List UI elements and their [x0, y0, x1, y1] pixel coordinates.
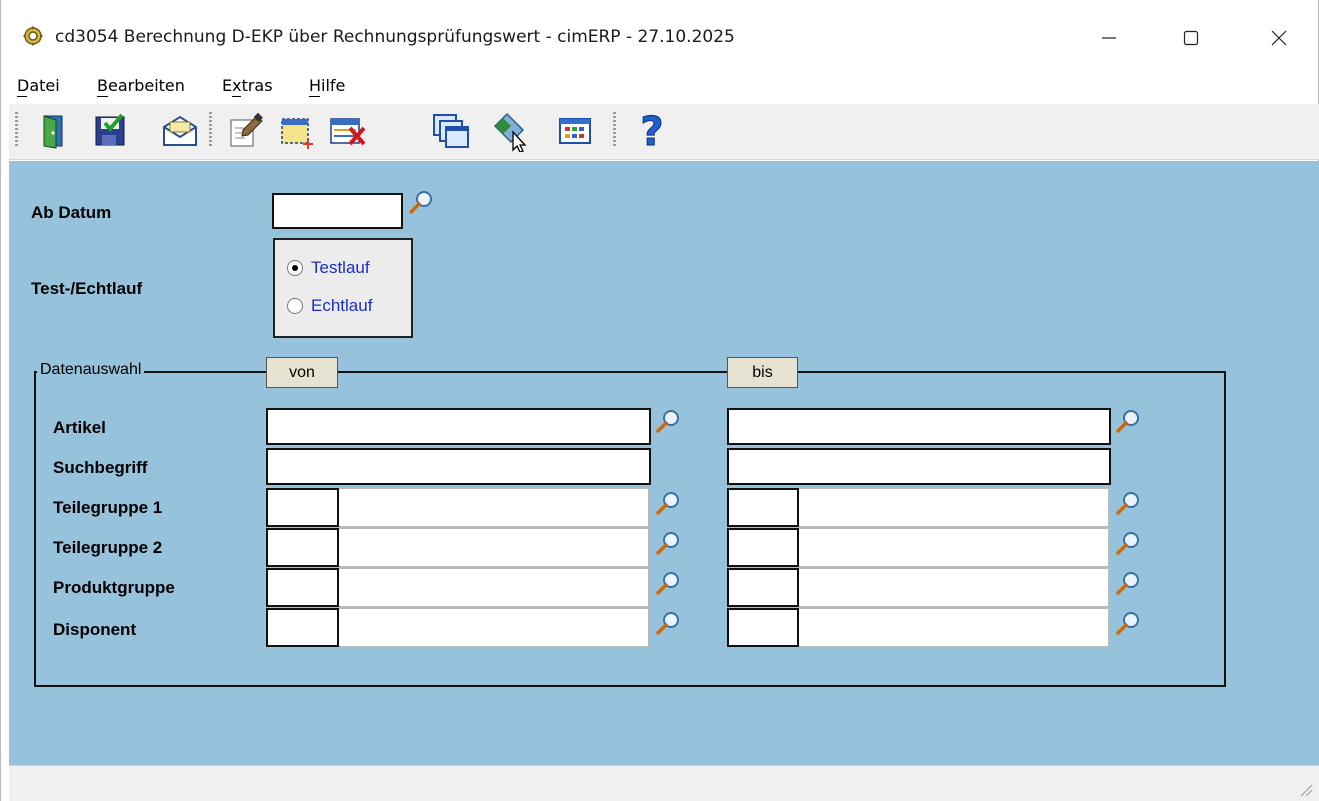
- edit-document-button[interactable]: [225, 110, 267, 152]
- mail-icon: [163, 115, 197, 146]
- menu-datei[interactable]: Datei: [17, 76, 60, 95]
- disponent-bis-input[interactable]: [799, 608, 1109, 647]
- new-record-button[interactable]: [277, 110, 319, 152]
- artikel-label: Artikel: [53, 418, 106, 437]
- ab-datum-label: Ab Datum: [31, 203, 112, 222]
- teilegruppe2-von-code-input[interactable]: [266, 528, 339, 567]
- teilegruppe1-label: Teilegruppe 1: [53, 498, 163, 517]
- teilegruppe1-bis-search-icon[interactable]: [1115, 490, 1141, 516]
- table-icon: [559, 118, 591, 144]
- menu-datei-label: Datei: [17, 76, 60, 95]
- produktgruppe-bis-input[interactable]: [799, 568, 1109, 607]
- menu-hilfe[interactable]: Hilfe: [309, 76, 345, 95]
- teilegruppe2-bis-search-icon[interactable]: [1115, 530, 1141, 556]
- test-echtlauf-label: Test-/Echtlauf: [31, 279, 143, 298]
- teilegruppe1-von-code-input[interactable]: [266, 488, 339, 527]
- minimize-icon: [1102, 37, 1116, 39]
- disponent-bis-code-input[interactable]: [727, 608, 799, 647]
- delete-record-button[interactable]: [327, 110, 369, 152]
- produktgruppe-bis-search-icon[interactable]: [1115, 570, 1141, 596]
- teilegruppe2-von-search-icon[interactable]: [655, 530, 681, 556]
- edit-document-icon: [230, 112, 263, 147]
- teilegruppe2-bis-code-input[interactable]: [727, 528, 799, 567]
- application-window: cd3054 Berechnung D-EKP über Rechnungspr…: [0, 0, 1319, 801]
- radio-testlauf-label: Testlauf: [311, 258, 370, 277]
- save-icon: [95, 113, 125, 146]
- save-button[interactable]: [89, 110, 131, 152]
- maximize-button[interactable]: [1161, 16, 1221, 60]
- von-header: von: [266, 357, 338, 388]
- artikel-bis-input[interactable]: [727, 408, 1111, 445]
- produktgruppe-bis-code-input[interactable]: [727, 568, 799, 607]
- close-icon: [1271, 30, 1287, 46]
- teilegruppe2-bis-input[interactable]: [799, 528, 1109, 567]
- ab-datum-input[interactable]: [272, 193, 403, 229]
- bis-header: bis: [727, 357, 798, 388]
- tag-icon: [493, 112, 527, 152]
- close-button[interactable]: [1249, 16, 1309, 60]
- run-mode-radio-group: Testlauf Echtlauf: [273, 238, 413, 338]
- menu-extras[interactable]: Extras: [222, 76, 273, 95]
- disponent-von-search-icon[interactable]: [655, 610, 681, 636]
- teilegruppe1-von-search-icon[interactable]: [655, 490, 681, 516]
- artikel-von-input[interactable]: [266, 408, 651, 445]
- teilegruppe1-bis-code-input[interactable]: [727, 488, 799, 527]
- windows-icon: [433, 114, 469, 148]
- toolbar: ?: [9, 104, 1319, 160]
- help-icon: ?: [640, 109, 664, 153]
- windows-button[interactable]: [429, 110, 471, 152]
- tag-button[interactable]: [489, 110, 531, 152]
- title-bar[interactable]: cd3054 Berechnung D-EKP über Rechnungspr…: [1, 0, 1318, 70]
- menu-bearbeiten[interactable]: Bearbeiten: [97, 76, 185, 95]
- toolbar-separator: [209, 112, 212, 148]
- toolbar-grip[interactable]: [15, 112, 18, 148]
- help-button[interactable]: ?: [631, 109, 673, 153]
- svg-text:?: ?: [640, 109, 663, 153]
- artikel-von-search-icon[interactable]: [655, 408, 681, 434]
- gear-icon: [23, 26, 43, 46]
- status-bar: [9, 765, 1319, 801]
- suchbegriff-von-input[interactable]: [266, 448, 651, 485]
- radio-echtlauf-button[interactable]: [287, 298, 303, 314]
- minimize-button[interactable]: [1079, 16, 1139, 60]
- exit-button[interactable]: [33, 110, 75, 152]
- exit-door-icon: [43, 115, 63, 149]
- datenauswahl-title: Datenauswahl: [37, 361, 145, 379]
- produktgruppe-von-code-input[interactable]: [266, 568, 339, 607]
- radio-testlauf-button[interactable]: [287, 260, 303, 276]
- radio-testlauf[interactable]: Testlauf: [287, 258, 370, 278]
- radio-echtlauf[interactable]: Echtlauf: [287, 296, 372, 316]
- suchbegriff-label: Suchbegriff: [53, 458, 148, 477]
- produktgruppe-label: Produktgruppe: [53, 578, 175, 597]
- teilegruppe2-von-input[interactable]: [339, 528, 649, 567]
- maximize-icon: [1183, 30, 1199, 46]
- table-button[interactable]: [554, 110, 596, 152]
- menu-bearbeiten-label: Bearbeiten: [97, 76, 185, 95]
- resize-grip-icon[interactable]: [1297, 781, 1313, 797]
- mail-button[interactable]: [159, 110, 201, 152]
- disponent-label: Disponent: [53, 620, 137, 639]
- disponent-von-input[interactable]: [339, 608, 649, 647]
- teilegruppe1-von-input[interactable]: [339, 488, 649, 527]
- menu-extras-label: Extras: [222, 76, 273, 95]
- delete-record-icon: [330, 118, 366, 146]
- produktgruppe-von-input[interactable]: [339, 568, 649, 607]
- radio-echtlauf-label: Echtlauf: [311, 296, 373, 315]
- artikel-bis-search-icon[interactable]: [1115, 408, 1141, 434]
- teilegruppe2-label: Teilegruppe 2: [53, 538, 163, 557]
- disponent-von-code-input[interactable]: [266, 608, 339, 647]
- suchbegriff-bis-input[interactable]: [727, 448, 1111, 485]
- menu-hilfe-label: Hilfe: [309, 76, 346, 95]
- new-record-icon: [281, 118, 313, 149]
- produktgruppe-von-search-icon[interactable]: [655, 570, 681, 596]
- disponent-bis-search-icon[interactable]: [1115, 610, 1141, 636]
- menu-bar: Datei Bearbeiten Extras Hilfe: [1, 72, 1318, 100]
- window-title: cd3054 Berechnung D-EKP über Rechnungspr…: [55, 27, 735, 47]
- ab-datum-search-icon[interactable]: [408, 189, 434, 215]
- toolbar-separator-2: [613, 112, 616, 148]
- teilegruppe1-bis-input[interactable]: [799, 488, 1109, 527]
